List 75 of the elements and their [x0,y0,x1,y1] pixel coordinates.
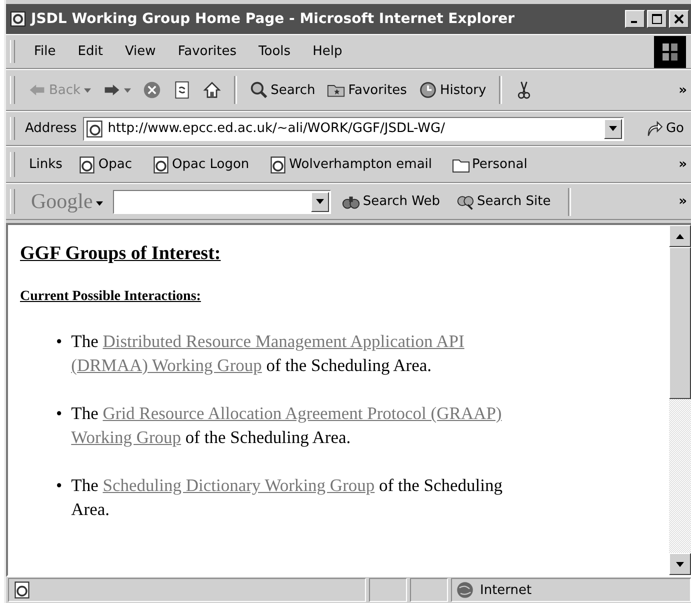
link-item[interactable]: Opac Logon [146,156,256,174]
zone-label: Internet [480,582,532,598]
home-icon [202,81,221,99]
dropdown-button[interactable] [604,118,622,138]
scroll-down-button[interactable] [669,553,691,575]
menu-item[interactable]: Help [304,42,352,61]
caret-icon [316,199,324,204]
search-icon [250,81,268,99]
link[interactable]: Scheduling Dictionary Working Group [102,475,375,495]
stop-icon [142,81,161,99]
bullet: • [56,402,62,425]
menu-item[interactable]: Edit [68,42,112,61]
caret-icon [608,126,617,131]
more-button[interactable]: » [676,82,689,98]
menu-item[interactable]: File [25,42,65,61]
refresh-icon [172,81,191,99]
search-button[interactable]: Search [244,79,320,101]
scrollbar[interactable] [669,225,691,575]
history-button[interactable]: History [414,79,492,101]
search-site-button[interactable]: Search Site [450,190,556,212]
caret-up-icon [676,234,684,238]
bullet: • [56,330,62,353]
menu-item[interactable]: Favorites [168,42,246,61]
search-field[interactable] [112,190,331,214]
clock-icon [418,81,437,99]
maximize-button[interactable] [647,10,667,28]
window-title: JSDL Working Group Home Page - Microsoft Internet Explorer [31,11,516,27]
close-icon [674,14,684,24]
maximize-icon [652,14,662,24]
link-item[interactable]: Personal [446,156,534,174]
status-panel [410,578,448,602]
search-web-button[interactable]: Search Web [336,190,445,212]
address-label: Address [25,121,78,136]
scroll-thumb[interactable] [669,247,691,399]
caret-icon [676,562,684,566]
page-icon [269,156,288,174]
text-line: The Distributed Resource Management Application API [71,330,464,353]
globe-icon [456,581,474,599]
links-label: Links [29,157,64,172]
page-icon [10,11,26,27]
favorites-button[interactable]: Favorites [322,79,412,101]
menu-item[interactable]: Tools [250,42,300,61]
minimize-button[interactable] [625,10,645,28]
more-button[interactable]: » [676,194,689,209]
text-line: (DRMAA) Working Group of the Scheduling Area. [71,354,433,377]
text-line: Area. [71,498,111,521]
go-button[interactable]: Go [640,118,689,140]
link-item[interactable]: Opac [72,156,138,174]
scroll-up-button[interactable] [669,225,691,247]
text-line: Working Group of the Scheduling Area. [71,426,352,449]
page-subheading: Current Possible Interactions: [20,289,202,305]
page-heading: GGF Groups of Interest: [20,243,222,265]
link[interactable]: Distributed Resource Management Application API [102,331,464,351]
minimize-icon [631,21,637,23]
page-icon [13,581,31,599]
link[interactable]: Working Group [71,427,182,447]
text-line: The Scheduling Dictionary Working Group of the Scheduling [71,474,502,497]
link[interactable]: Grid Resource Allocation Agreement Protocol (GRAAP) [102,403,502,423]
link-item[interactable]: Wolverhampton email [263,156,438,174]
link[interactable]: (DRMAA) Working Group [71,355,262,375]
close-button[interactable] [669,10,689,28]
status-panel [369,578,407,602]
more-button[interactable]: » [676,157,689,172]
address-field[interactable]: http://www.epcc.ed.ac.uk/~ali/WORK/GGF/JSDL-WG/ [82,116,624,140]
page-icon [86,120,104,138]
page-icon [78,156,96,174]
menu-item[interactable]: View [116,42,165,61]
windows-logo-icon [651,36,689,68]
caret-icon [96,200,103,206]
page-icon [152,156,170,174]
caret-icon [84,88,91,92]
dropdown-button[interactable] [310,192,329,212]
caret-icon [124,88,131,92]
bullet: • [56,474,62,497]
text-line: The Grid Resource Allocation Agreement Protocol (GRAAP) [71,402,502,425]
